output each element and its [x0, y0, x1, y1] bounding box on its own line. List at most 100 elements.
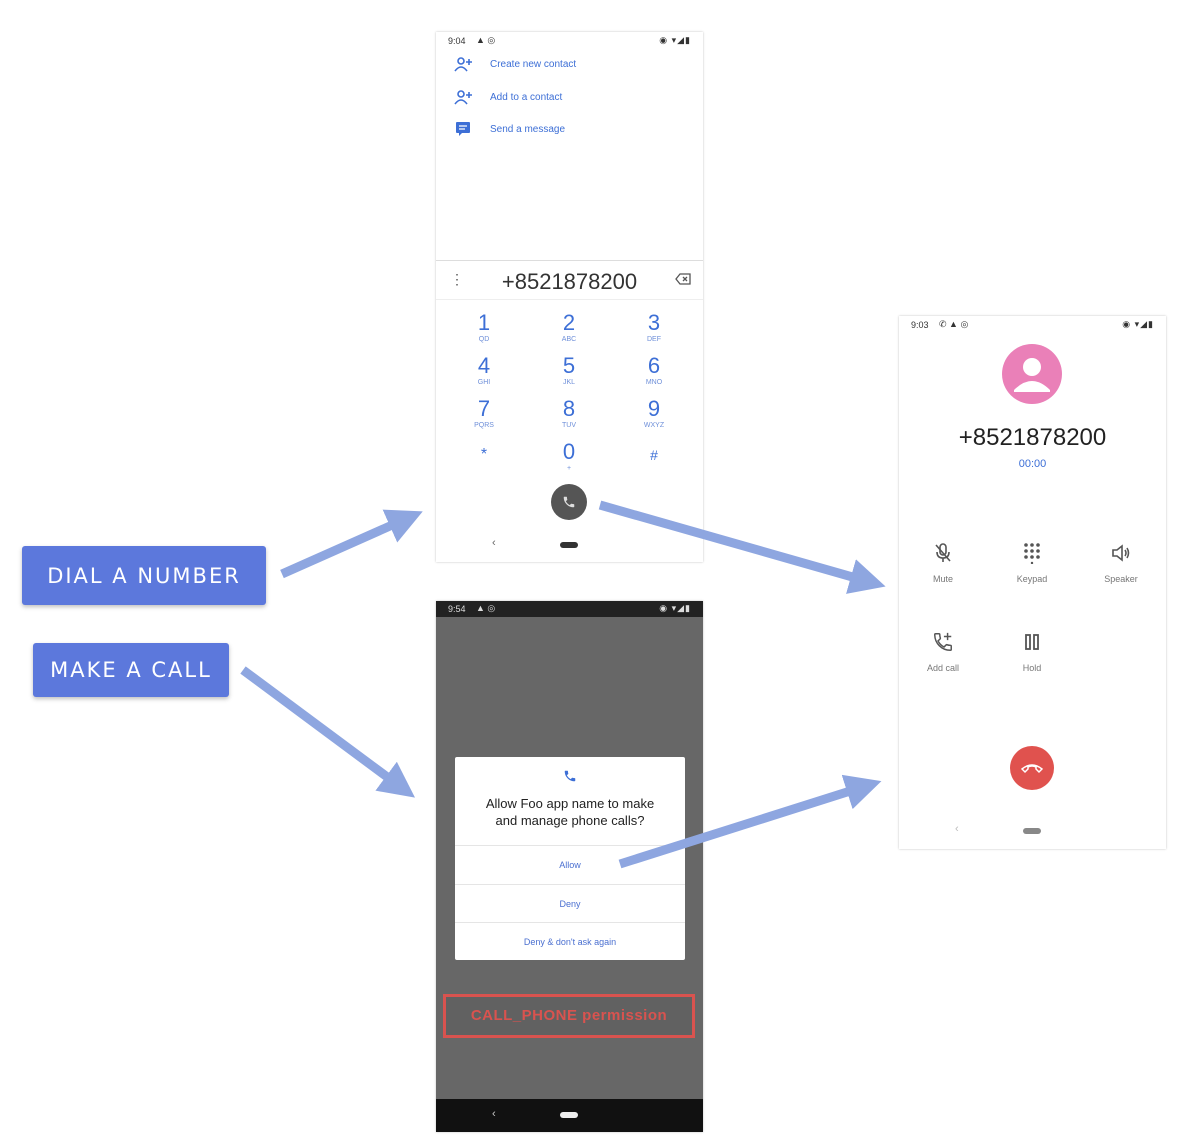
key-digit: 4 — [477, 353, 491, 378]
person-icon — [1014, 358, 1050, 392]
home-icon[interactable] — [1023, 828, 1041, 834]
home-icon[interactable] — [560, 1112, 578, 1118]
key-digit: 3 — [647, 310, 661, 335]
key-1[interactable]: 1 QD — [454, 311, 514, 351]
deny-dont-ask-button[interactable]: Deny & don't ask again — [455, 922, 685, 961]
make-call-button[interactable]: MAKE A CALL — [33, 643, 229, 697]
keypad-button[interactable]: Keypad — [1002, 540, 1062, 584]
key-7[interactable]: 7 PQRS — [454, 397, 514, 437]
key-hash[interactable]: # — [624, 443, 684, 483]
menu-label: Add to a contact — [490, 91, 563, 103]
status-call-icon: ✆ ▲ ◎ — [939, 319, 969, 329]
control-label: Keypad — [1016, 574, 1048, 584]
key-letters: ABC — [561, 336, 577, 343]
deny-button[interactable]: Deny — [455, 884, 685, 923]
add-call-button[interactable]: Add call — [913, 629, 973, 673]
mute-button[interactable]: Mute — [913, 540, 973, 584]
message-icon — [456, 122, 470, 136]
dial-number-button[interactable]: DIAL A NUMBER — [22, 546, 266, 605]
menu-create-contact[interactable]: Create new contact — [454, 54, 576, 74]
hold-button[interactable]: Hold — [1002, 629, 1062, 673]
key-letters: + — [566, 465, 572, 472]
status-bar: 9:54 ▲ ◎ ◉ ▾◢▮ — [436, 601, 703, 617]
phone-icon — [563, 496, 575, 508]
key-letters: JKL — [562, 379, 576, 386]
dialed-number: +8521878200 — [501, 269, 638, 294]
key-star[interactable]: * — [454, 443, 514, 483]
nav-bar: ‹ — [899, 818, 1166, 842]
allow-button[interactable]: Allow — [455, 845, 685, 884]
key-5[interactable]: 5 JKL — [539, 354, 599, 394]
status-alert-icon: ▲ ◎ — [476, 603, 496, 613]
call-duration: 00:00 — [1018, 458, 1047, 470]
add-call-icon — [934, 632, 952, 651]
key-digit: 2 — [562, 310, 576, 335]
menu-add-to-contact[interactable]: Add to a contact — [454, 87, 562, 107]
key-letters: PQRS — [474, 422, 494, 429]
nav-bar: ‹ — [436, 1099, 703, 1132]
key-2[interactable]: 2 ABC — [539, 311, 599, 351]
key-digit: 7 — [477, 396, 491, 421]
key-digit: 6 — [647, 353, 661, 378]
phone-icon — [564, 770, 576, 782]
permission-dialog: Allow Foo app name to make and manage ph… — [455, 757, 685, 960]
key-8[interactable]: 8 TUV — [539, 397, 599, 437]
end-call-button[interactable] — [1010, 746, 1054, 790]
avatar — [1002, 344, 1062, 404]
end-call-icon — [1021, 764, 1043, 774]
status-bar: 9:04 ▲ ◎ ◉ ▾◢▮ — [436, 32, 703, 50]
home-icon[interactable] — [560, 542, 578, 548]
speaker-icon — [1112, 544, 1130, 562]
status-signal-icon: ◉ ▾◢▮ — [1122, 319, 1154, 329]
key-letters: DEF — [647, 336, 661, 343]
key-letters: MNO — [645, 379, 663, 386]
key-digit: 5 — [562, 353, 576, 378]
key-letters: WXYZ — [643, 422, 665, 429]
key-digit: 8 — [562, 396, 576, 421]
key-3[interactable]: 3 DEF — [624, 311, 684, 351]
menu-label: Create new contact — [490, 58, 577, 70]
call-button[interactable] — [551, 484, 587, 520]
key-letters: GHI — [477, 379, 491, 386]
incall-screen: 9:03 ✆ ▲ ◎ ◉ ▾◢▮ +8521878200 00:00 Mute … — [899, 316, 1166, 849]
arrow-dial-to-dialer — [280, 509, 423, 579]
key-0[interactable]: 0 + — [539, 440, 599, 480]
key-6[interactable]: 6 MNO — [624, 354, 684, 394]
control-label: Hold — [1022, 663, 1042, 673]
key-letters: QD — [478, 336, 490, 343]
status-signal-icon: ◉ ▾◢▮ — [659, 603, 691, 613]
dialer-screen: 9:04 ▲ ◎ ◉ ▾◢▮ Create new contact Add to… — [436, 32, 703, 562]
arrow-call-to-permission — [240, 666, 416, 798]
key-4[interactable]: 4 GHI — [454, 354, 514, 394]
status-time: 9:04 — [448, 36, 466, 46]
permission-label: CALL_PHONE permission — [443, 994, 695, 1038]
status-time: 9:03 — [911, 320, 929, 330]
status-signal-icon: ◉ ▾◢▮ — [659, 35, 691, 45]
key-digit: 1 — [477, 310, 491, 335]
key-digit: 9 — [647, 396, 661, 421]
key-9[interactable]: 9 WXYZ — [624, 397, 684, 437]
keypad-icon — [1024, 543, 1040, 564]
caller-number: +8521878200 — [958, 424, 1107, 451]
status-time: 9:54 — [448, 604, 466, 614]
menu-send-message[interactable]: Send a message — [454, 119, 565, 139]
key-letters: TUV — [562, 422, 576, 429]
backspace-icon[interactable] — [675, 273, 691, 285]
status-alert-icon: ▲ ◎ — [476, 35, 496, 45]
hold-icon — [1025, 634, 1039, 650]
key-digit: # — [650, 447, 658, 463]
back-icon[interactable]: ‹ — [492, 537, 496, 549]
add-person-icon — [454, 57, 472, 72]
back-icon[interactable]: ‹ — [955, 823, 959, 835]
control-label: Mute — [932, 574, 953, 584]
key-digit: * — [480, 446, 488, 463]
add-person-icon — [454, 90, 472, 105]
mute-icon — [935, 543, 951, 562]
control-label: Add call — [926, 663, 960, 673]
speaker-button[interactable]: Speaker — [1091, 540, 1151, 584]
status-bar: 9:03 ✆ ▲ ◎ ◉ ▾◢▮ — [899, 316, 1166, 334]
menu-label: Send a message — [490, 123, 566, 135]
permission-screen: 9:54 ▲ ◎ ◉ ▾◢▮ Allow Foo app name to mak… — [436, 601, 703, 1132]
dial-number-bar: ⋮ +8521878200 — [436, 260, 703, 300]
back-icon[interactable]: ‹ — [492, 1108, 496, 1120]
